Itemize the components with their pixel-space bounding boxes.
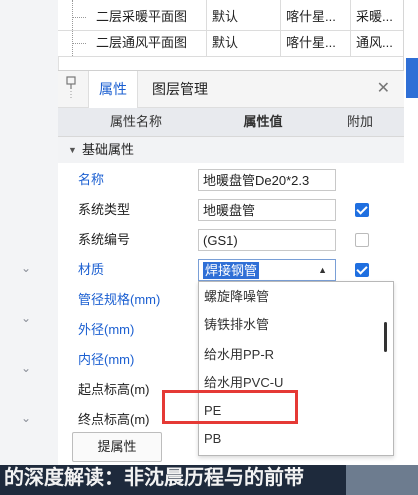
panel-tab-bar: 属性 图层管理 ✕ <box>58 71 404 108</box>
property-label: 系统编号 <box>78 232 131 247</box>
tree-connector <box>72 17 86 18</box>
side-tab-indicator[interactable] <box>406 58 418 98</box>
property-label: 内径(mm) <box>78 352 135 367</box>
property-label: 管径规格(mm) <box>78 292 161 307</box>
pick-properties-button[interactable]: 提属性 <box>72 432 162 462</box>
property-row-name: 名称 地暖盘管De20*2.3 <box>58 165 404 195</box>
tab-layer-management[interactable]: 图层管理 <box>142 71 218 107</box>
close-icon[interactable]: ✕ <box>377 81 390 97</box>
tree-connector <box>72 43 86 44</box>
property-label: 名称 <box>78 172 105 187</box>
property-row-system-number: 系统编号 (GS1) <box>58 225 404 255</box>
layer-row[interactable]: 二层通风平面图 默认 喀什星... 通风... <box>58 30 404 57</box>
property-label: 外径(mm) <box>78 322 135 337</box>
attach-checkbox[interactable] <box>355 233 369 247</box>
layer-author: 喀什星... <box>286 9 336 24</box>
banner-image <box>346 465 418 495</box>
material-select[interactable]: 焊接钢管 ▲ <box>198 259 336 281</box>
layer-author: 喀什星... <box>286 35 336 50</box>
property-row-system-type: 系统类型 地暖盘管 <box>58 195 404 225</box>
layer-extra: 采暖... <box>356 9 393 24</box>
property-label: 系统类型 <box>78 202 131 217</box>
group-label: 基础属性 <box>82 142 135 157</box>
property-value-field[interactable]: (GS1) <box>198 229 336 251</box>
dropdown-arrow-icon[interactable]: ▲ <box>318 263 327 277</box>
property-value-field[interactable]: 地暖盘管 <box>198 199 336 221</box>
property-label: 材质 <box>78 262 105 277</box>
layer-row[interactable]: 二层采暖平面图 默认 喀什星... 采暖... <box>58 4 404 31</box>
tab-properties[interactable]: 属性 <box>88 71 138 108</box>
layer-name: 二层通风平面图 <box>96 35 188 50</box>
material-dropdown-list[interactable]: 螺旋降噪管 铸铁排水管 给水用PP-R 给水用PVC-U PE PB <box>198 281 394 456</box>
chevron-down-icon[interactable]: ⌄ <box>20 312 32 324</box>
chevron-down-icon[interactable]: ⌄ <box>20 362 32 374</box>
layer-type: 默认 <box>212 9 239 24</box>
dropdown-option[interactable]: 铸铁排水管 <box>199 310 384 340</box>
dropdown-option[interactable]: 螺旋降噪管 <box>199 282 384 312</box>
layer-name: 二层采暖平面图 <box>96 9 188 24</box>
attach-checkbox[interactable] <box>355 263 369 277</box>
property-label: 起点标高(m) <box>78 382 150 397</box>
property-table-header: 属性名称 属性值 附加 <box>58 108 404 137</box>
column-header-value: 属性值 <box>243 114 283 129</box>
layer-table: 二层采暖平面图 默认 喀什星... 采暖... 二层通风平面图 默认 喀什星..… <box>58 0 404 57</box>
attach-checkbox[interactable] <box>355 203 369 217</box>
group-basic-properties[interactable]: ▼ 基础属性 <box>58 137 404 163</box>
chevron-down-icon[interactable]: ⌄ <box>20 262 32 274</box>
property-label: 终点标高(m) <box>78 412 150 427</box>
material-selected-value: 焊接钢管 <box>203 262 260 279</box>
layer-type: 默认 <box>212 35 239 50</box>
dropdown-option[interactable]: 给水用PP-R <box>199 340 384 370</box>
dropdown-option[interactable]: PB <box>199 424 384 454</box>
column-header-name: 属性名称 <box>109 114 162 129</box>
chevron-down-icon[interactable]: ⌄ <box>20 412 32 424</box>
dropdown-scrollbar[interactable] <box>384 322 387 352</box>
banner-text: 的深度解读：非沈晨历程与的前带 <box>4 467 304 489</box>
layer-extra: 通风... <box>356 35 393 50</box>
pin-icon[interactable] <box>64 75 78 101</box>
property-value-field[interactable]: 地暖盘管De20*2.3 <box>198 169 336 191</box>
highlight-box <box>162 390 298 424</box>
column-header-add: 附加 <box>346 114 373 129</box>
bottom-banner: 的深度解读：非沈晨历程与的前带 <box>0 465 418 495</box>
collapse-triangle-icon[interactable]: ▼ <box>68 145 77 155</box>
left-side-panel: ⌄ ⌄ ⌄ ⌄ <box>0 0 59 495</box>
